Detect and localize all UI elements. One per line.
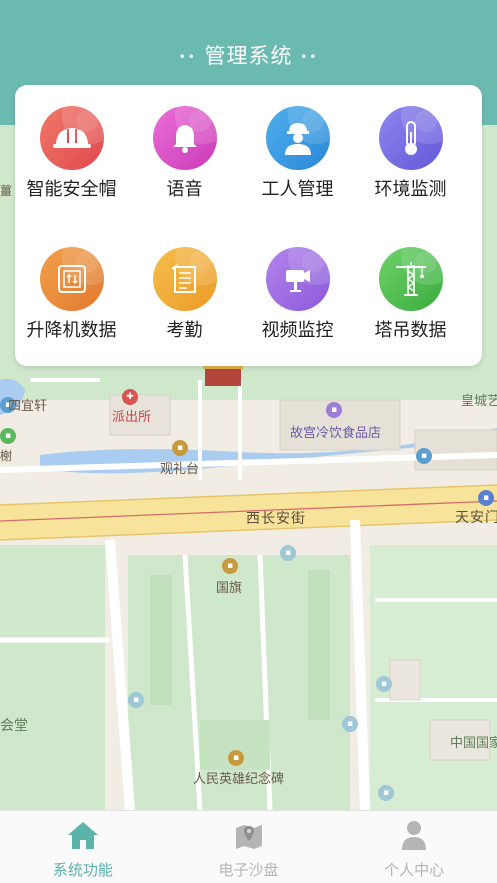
tile-label: 考勤: [166, 320, 203, 341]
helmet-icon: [39, 106, 104, 170]
tile-label: 升降机数据: [26, 320, 117, 341]
function-menu-card: 智能安全帽 语音 工人管理 环境监测 升降机数据 考勤 视频监控 塔吊数据: [15, 85, 482, 366]
function-tile-tower-crane[interactable]: 塔吊数据: [354, 226, 467, 346]
map-label-edge: 薑: [0, 184, 13, 198]
map-label-guanlitai: 观礼台: [160, 462, 200, 477]
bus-marker-icon: ▪: [342, 716, 358, 732]
map-label-guoqi: 国旗: [216, 581, 243, 596]
shop-marker-icon: ▪: [326, 402, 342, 418]
bus-marker-icon: ▪: [376, 676, 392, 692]
tile-label: 语音: [166, 179, 203, 200]
function-tile-voice[interactable]: 语音: [128, 85, 241, 205]
police-marker-icon: ✚: [122, 389, 138, 405]
map-label-huitang: 会堂: [0, 718, 28, 734]
function-tile-attendance[interactable]: 考勤: [128, 226, 241, 346]
map-label-monument: 人民英雄纪念碑: [193, 772, 285, 787]
worker-icon: [265, 106, 330, 170]
monument-marker-icon: ▪: [228, 750, 244, 766]
bell-icon: [152, 106, 217, 170]
bottom-tab-bar: 系统功能 电子沙盘 个人中心: [0, 810, 497, 883]
page-title: •• 管理系统 ••: [0, 40, 497, 70]
map-label-museum: 中国国家: [450, 736, 497, 751]
tab-label: 系统功能: [52, 861, 113, 879]
park-marker-icon: ▪: [0, 428, 16, 444]
function-grid: 智能安全帽 语音 工人管理 环境监测 升降机数据 考勤 视频监控 塔吊数据: [15, 85, 482, 366]
bus-marker-icon: ▪: [280, 545, 296, 561]
tab-electronic-sandbox[interactable]: 电子沙盘: [166, 811, 332, 883]
title-dots-left: ••: [178, 50, 197, 64]
function-tile-environment[interactable]: 环境监测: [354, 85, 467, 205]
map-label-tiananmen: 天安门: [455, 510, 497, 526]
attendance-icon: [152, 247, 217, 311]
user-icon: [397, 819, 431, 851]
tile-label: 环境监测: [374, 179, 447, 200]
tile-label: 工人管理: [261, 179, 334, 200]
function-tile-smart-helmet[interactable]: 智能安全帽: [15, 85, 128, 205]
function-tile-worker-management[interactable]: 工人管理: [241, 85, 354, 205]
tab-system-functions[interactable]: 系统功能: [0, 811, 166, 883]
bus-marker-icon: ▪: [378, 785, 394, 801]
toilet-marker-icon: ▪: [416, 448, 432, 464]
map-label-edge2: 榭: [0, 449, 13, 463]
title-text: 管理系统: [204, 44, 293, 68]
tile-label: 智能安全帽: [26, 179, 117, 200]
tile-label: 塔吊数据: [374, 320, 447, 341]
home-icon: [66, 819, 100, 851]
tower-crane-icon: [378, 247, 443, 311]
bus-marker-icon: ▪: [128, 692, 144, 708]
tile-label: 视频监控: [261, 320, 334, 341]
map-pin-icon: [232, 819, 266, 851]
map-label-police: 派出所: [112, 410, 152, 425]
title-dots-right: ••: [300, 50, 319, 64]
camera-icon: [265, 247, 330, 311]
flag-marker-icon: ▪: [222, 558, 238, 574]
function-tile-video-surveillance[interactable]: 视频监控: [241, 226, 354, 346]
function-tile-elevator[interactable]: 升降机数据: [15, 226, 128, 346]
map-label-siyixuan: 四宜轩: [8, 399, 48, 414]
tab-label: 个人中心: [384, 861, 445, 879]
tab-personal-center[interactable]: 个人中心: [331, 811, 497, 883]
metro-marker-icon: ▪: [478, 490, 494, 506]
map-label-changan-street: 西长安街: [246, 511, 306, 527]
elevator-icon: [39, 247, 104, 311]
map-label-shop: 故宫冷饮食品店: [290, 426, 382, 441]
thermometer-icon: [378, 106, 443, 170]
map-label-huangcheng: 皇城艺: [461, 394, 497, 409]
landmark-marker-icon: ▪: [172, 440, 188, 456]
tab-label: 电子沙盘: [218, 861, 279, 879]
